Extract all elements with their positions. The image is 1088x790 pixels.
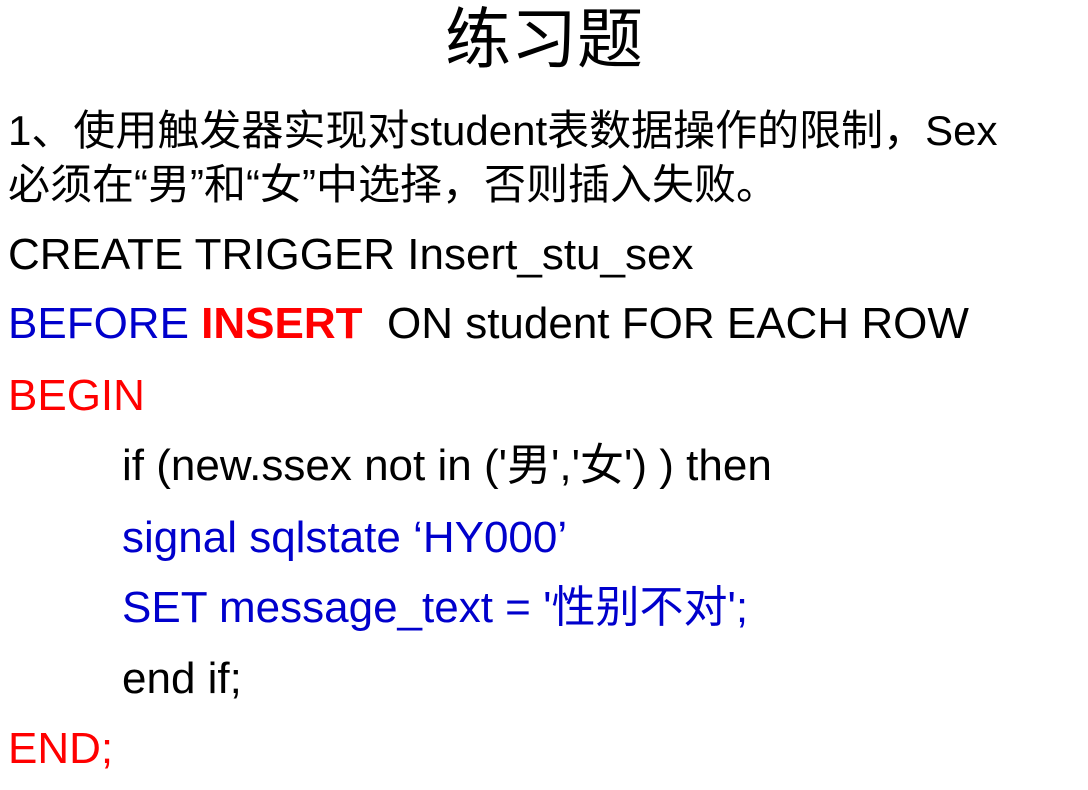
keyword-insert: INSERT xyxy=(201,299,363,348)
code-end-if: end if; xyxy=(122,654,242,703)
keyword-before: BEFORE xyxy=(8,299,202,348)
code-if-condition: if (new.ssex not in ('男','女') ) then xyxy=(122,441,772,490)
slide: 练习题 1、使用触发器实现对student表数据操作的限制，Sex 必须在“男”… xyxy=(0,0,1088,790)
code-signal-sqlstate: signal sqlstate ‘HY000’ xyxy=(122,513,568,562)
question-line-2: 必须在“男”和“女”中选择，否则插入失败。 xyxy=(8,161,778,208)
code-set-message-text: SET message_text = '性别不对'; xyxy=(122,583,749,632)
question-line-1: 1、使用触发器实现对student表数据操作的限制，Sex xyxy=(8,107,998,154)
code-on-student-for-each-row: ON student FOR EACH ROW xyxy=(362,299,969,348)
keyword-end: END; xyxy=(8,724,114,773)
slide-title: 练习题 xyxy=(445,1,643,78)
keyword-begin: BEGIN xyxy=(8,371,145,420)
code-before-insert-line: BEFORE INSERT ON student FOR EACH ROW xyxy=(8,298,969,350)
code-create-trigger: CREATE TRIGGER Insert_stu_sex xyxy=(8,230,694,279)
